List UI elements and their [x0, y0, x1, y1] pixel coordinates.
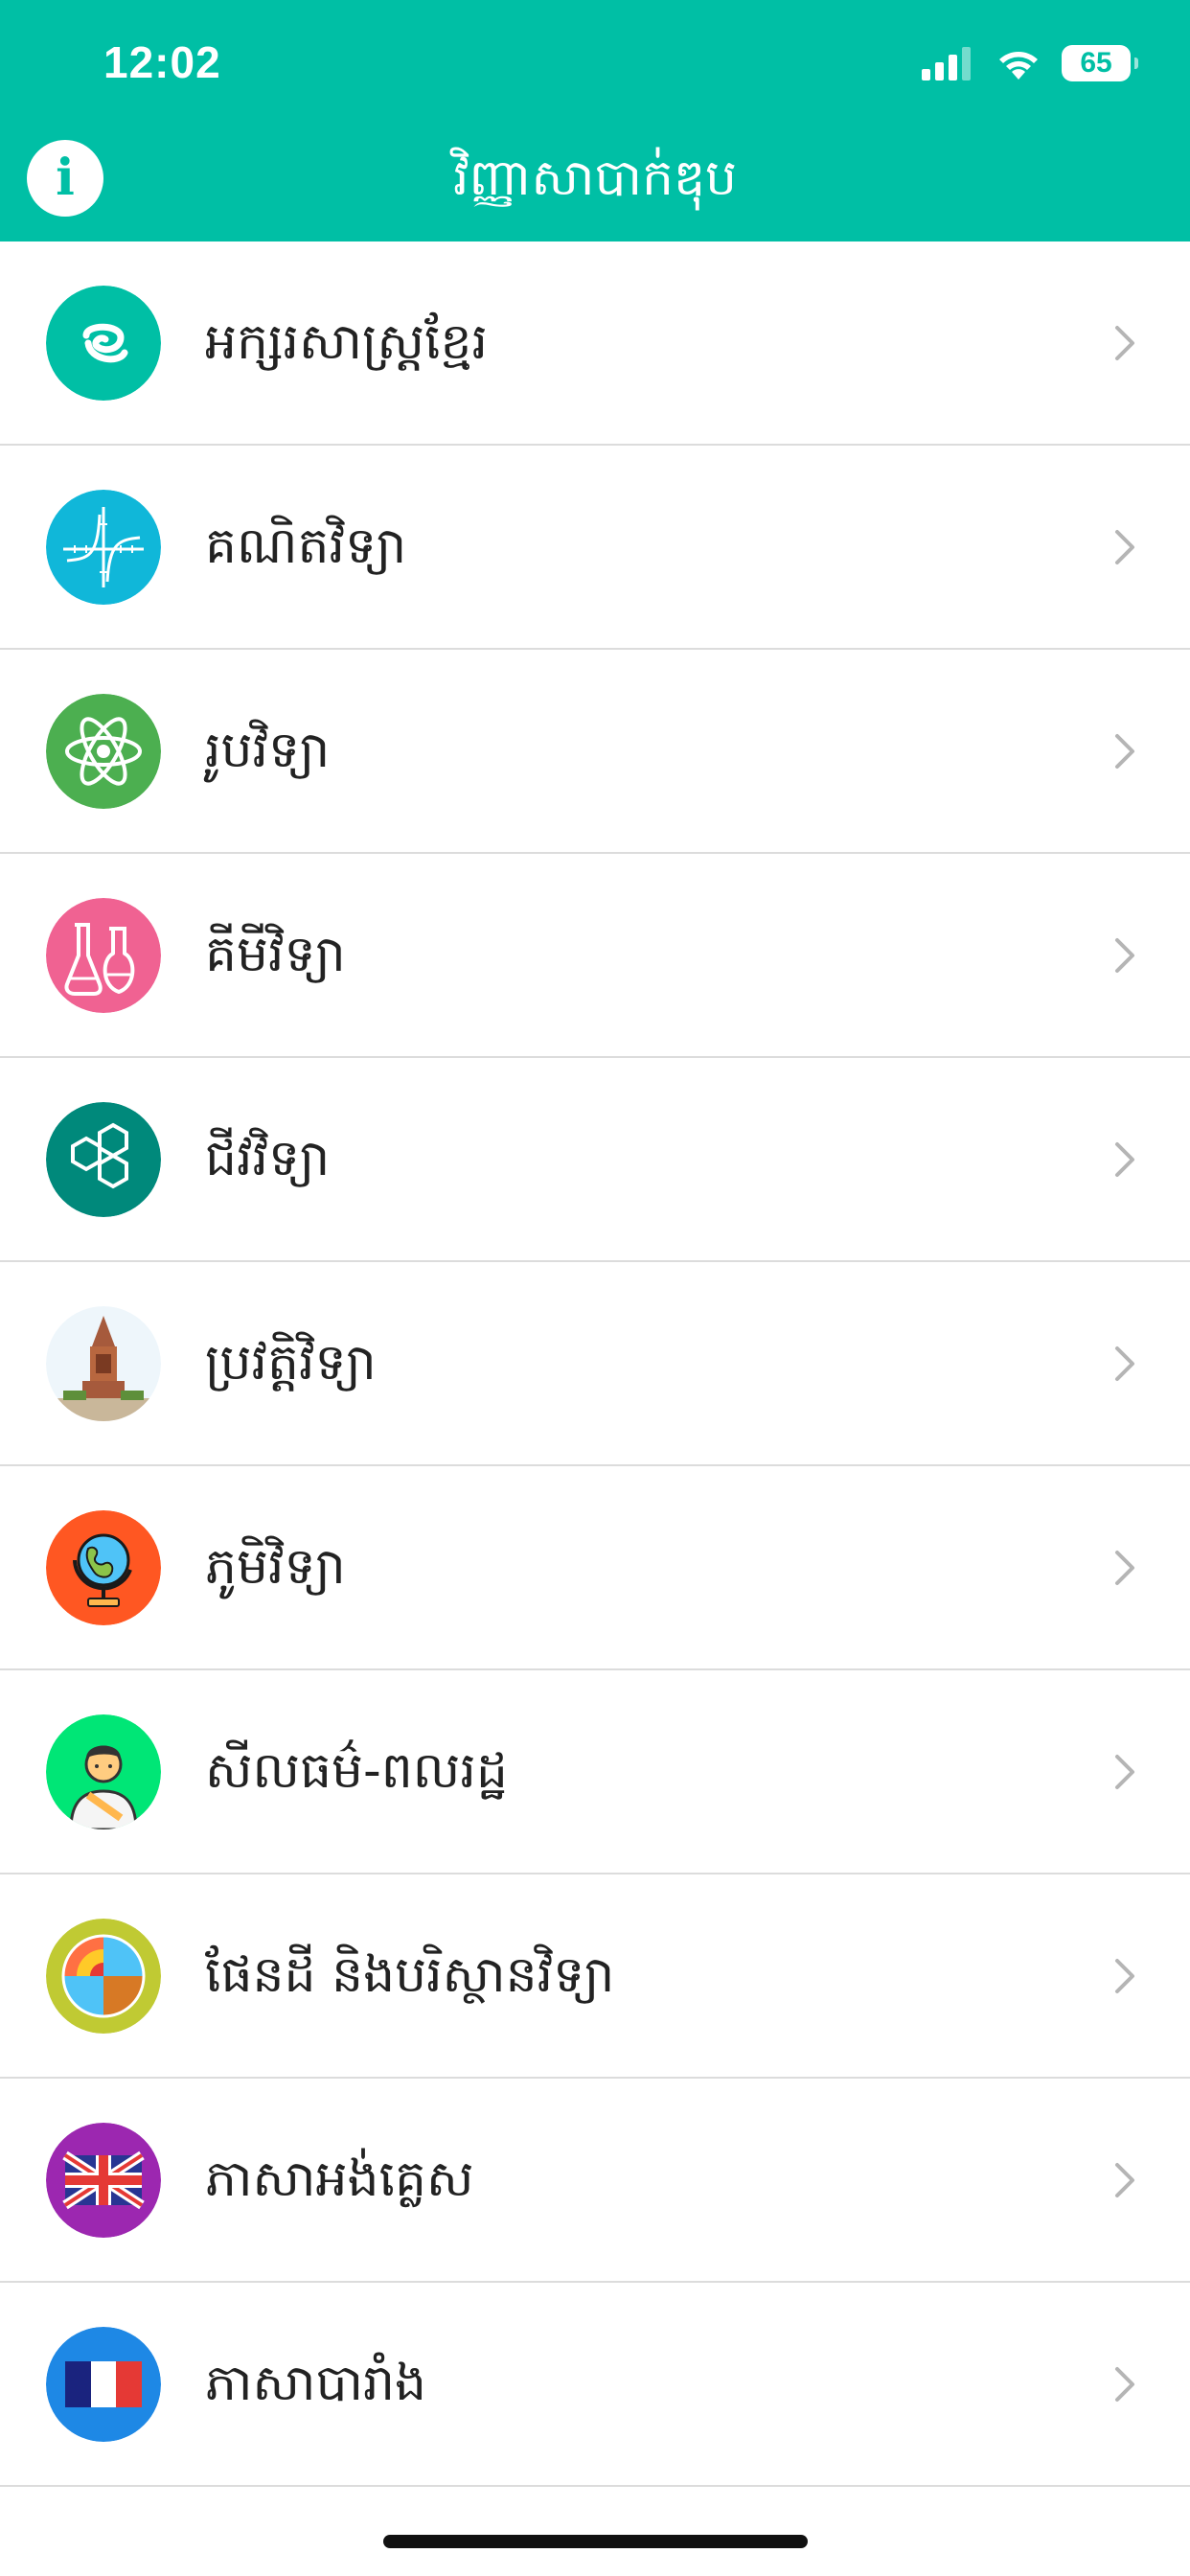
battery-icon: 65	[1062, 45, 1138, 81]
subject-item-english[interactable]: ភាសាអង់គ្លេស	[0, 2079, 1190, 2283]
chevron-right-icon	[1115, 1754, 1134, 1789]
battery-level: 65	[1080, 47, 1112, 79]
subject-item-physics[interactable]: រូបវិទ្យា	[0, 650, 1190, 854]
status-icons: 65	[922, 42, 1138, 84]
atom-icon	[46, 693, 161, 809]
subject-item-mathematics[interactable]: គណិតវិទ្យា	[0, 446, 1190, 650]
chevron-right-icon	[1115, 1141, 1134, 1177]
chevron-right-icon	[1115, 733, 1134, 769]
cellular-signal-icon	[922, 47, 971, 80]
chevron-right-icon	[1115, 1958, 1134, 1993]
status-time: 12:02	[103, 37, 221, 87]
uk-flag-icon	[46, 2122, 161, 2238]
france-flag-icon	[46, 2326, 161, 2442]
flask-icon	[46, 897, 161, 1013]
app-header: 12:02 65 i វិញ្ញាសាបាក់ឌុប	[0, 0, 1190, 242]
page-title: វិញ្ញាសាបាក់ឌុប	[452, 150, 738, 207]
subject-label: គីមីវិទ្យា	[205, 926, 346, 983]
chevron-right-icon	[1115, 1550, 1134, 1585]
chevron-right-icon	[1115, 937, 1134, 973]
khmer-letter-icon	[46, 285, 161, 401]
subject-item-moral-civics[interactable]: សីលធម៌-ពលរដ្ឋ	[0, 1670, 1190, 1874]
subject-label: គណិតវិទ្យា	[205, 518, 407, 575]
subject-label: ភូមិវិទ្យា	[205, 1538, 346, 1596]
subject-label: ភាសាបារាំង	[205, 2355, 427, 2412]
subject-list: អក្សរសាស្ត្រខ្មែរ គណិតវិទ្យា រូបវិទ្យា គ…	[0, 242, 1190, 2487]
subject-item-history[interactable]: ប្រវត្តិវិទ្យា	[0, 1262, 1190, 1466]
graph-icon	[46, 489, 161, 605]
molecule-icon	[46, 1101, 161, 1217]
subject-item-french[interactable]: ភាសាបារាំង	[0, 2283, 1190, 2487]
subject-item-geography[interactable]: ភូមិវិទ្យា	[0, 1466, 1190, 1670]
chevron-right-icon	[1115, 1346, 1134, 1381]
subject-label: ផែនដី និងបរិស្ថានវិទ្យា	[205, 1946, 615, 2004]
subject-item-chemistry[interactable]: គីមីវិទ្យា	[0, 854, 1190, 1058]
globe-icon	[46, 1509, 161, 1625]
chevron-right-icon	[1115, 529, 1134, 564]
home-indicator[interactable]	[383, 2535, 808, 2548]
citizen-icon	[46, 1714, 161, 1829]
subject-label: រូបវិទ្យា	[205, 722, 331, 779]
subject-item-biology[interactable]: ជីវវិទ្យា	[0, 1058, 1190, 1262]
subject-label: ប្រវត្តិវិទ្យា	[205, 1334, 377, 1392]
subject-label: សីលធម៌-ពលរដ្ឋ	[205, 1742, 508, 1800]
subject-item-earth-science[interactable]: ផែនដី និងបរិស្ថានវិទ្យា	[0, 1874, 1190, 2079]
subject-label: ភាសាអង់គ្លេស	[205, 2150, 474, 2208]
subject-label: អក្សរសាស្ត្រខ្មែរ	[205, 313, 489, 371]
chevron-right-icon	[1115, 2366, 1134, 2402]
wifi-icon	[999, 52, 1038, 80]
earth-layers-icon	[46, 1918, 161, 2034]
chevron-right-icon	[1115, 325, 1134, 360]
subject-item-khmer-literature[interactable]: អក្សរសាស្ត្រខ្មែរ	[0, 242, 1190, 446]
subject-label: ជីវវិទ្យា	[205, 1130, 331, 1187]
monument-icon	[46, 1305, 161, 1421]
chevron-right-icon	[1115, 2162, 1134, 2197]
